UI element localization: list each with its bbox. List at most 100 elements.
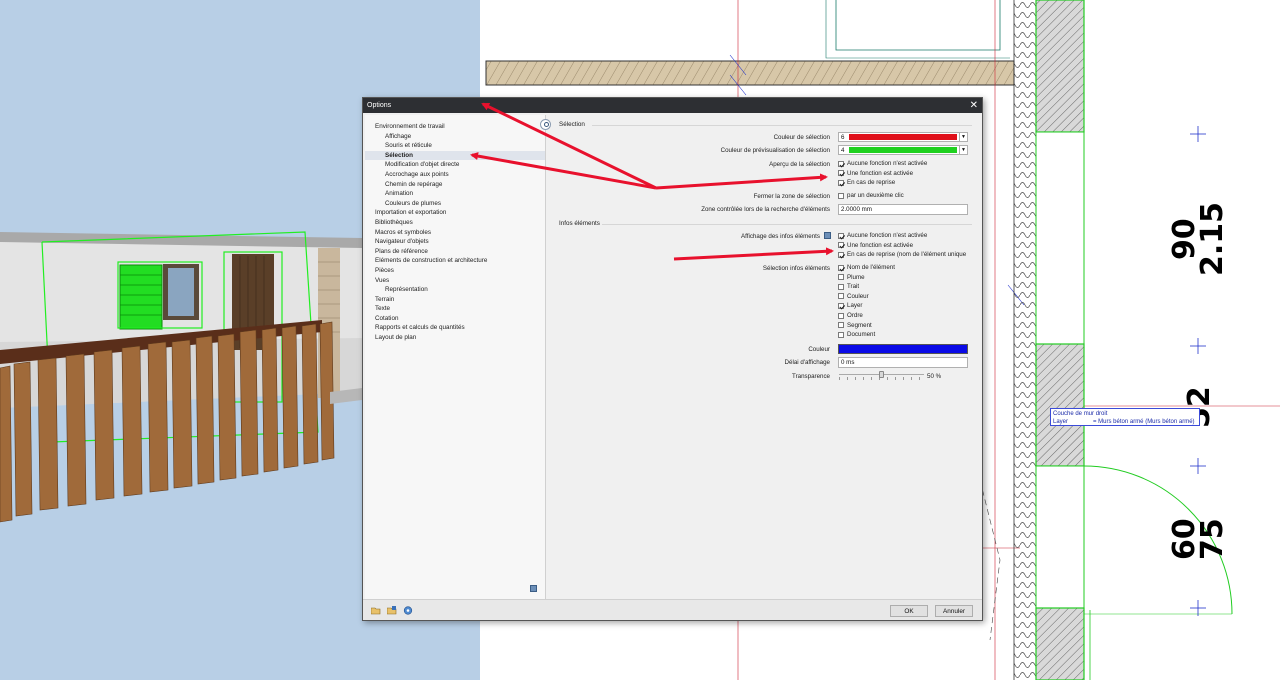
checkbox-option[interactable]: Aucune fonction n'est activée bbox=[838, 231, 927, 240]
checkbox-option[interactable]: Trait bbox=[838, 282, 859, 291]
preview-color-select[interactable]: 4 ▼ bbox=[838, 145, 968, 155]
ok-button[interactable]: OK bbox=[890, 605, 928, 617]
preview-color-swatch bbox=[849, 147, 957, 153]
checkbox-option[interactable]: Layer bbox=[838, 301, 862, 310]
affichage-label: Affichage des infos éléments bbox=[741, 233, 820, 240]
checkbox-option[interactable]: par un deuxième clic bbox=[838, 191, 904, 200]
search-icon[interactable] bbox=[540, 119, 551, 130]
info-icon[interactable] bbox=[824, 232, 831, 239]
checkbox-option[interactable]: Une fonction est activée bbox=[838, 169, 913, 178]
section-title-infos: Infos éléments bbox=[559, 220, 600, 227]
section-divider bbox=[592, 125, 972, 126]
checkbox-checked-icon[interactable] bbox=[838, 179, 844, 186]
couleur-color-picker[interactable] bbox=[838, 344, 968, 354]
checkbox-checked-icon[interactable] bbox=[838, 242, 844, 249]
tree-item[interactable]: Affichage bbox=[365, 132, 545, 142]
section-divider bbox=[602, 224, 972, 225]
checkbox-option[interactable]: Couleur bbox=[838, 292, 869, 301]
checkbox-empty-icon[interactable] bbox=[838, 293, 844, 300]
chevron-down-icon[interactable]: ▼ bbox=[959, 133, 967, 141]
element-info-tooltip: Couche de mur droit Layer = Murs béton a… bbox=[1050, 408, 1200, 426]
cancel-button[interactable]: Annuler bbox=[935, 605, 973, 617]
checkbox-checked-icon[interactable] bbox=[838, 264, 844, 271]
tree-item[interactable]: Cotation bbox=[365, 314, 545, 324]
options-tree[interactable]: Environnement de travail Affichage Souris … bbox=[365, 115, 546, 599]
checkbox-empty-icon[interactable] bbox=[838, 192, 844, 199]
checkbox-checked-icon[interactable] bbox=[838, 251, 844, 258]
checkbox-checked-icon[interactable] bbox=[838, 170, 844, 177]
checkbox-label: par un deuxième clic bbox=[847, 192, 904, 199]
checkbox-option[interactable]: En cas de reprise bbox=[838, 178, 895, 187]
tree-item[interactable]: Pièces bbox=[365, 266, 545, 276]
close-icon[interactable]: ✕ bbox=[970, 100, 978, 111]
settings-icon[interactable] bbox=[403, 606, 413, 615]
folder-save-icon[interactable] bbox=[387, 606, 397, 615]
transparence-slider[interactable] bbox=[839, 371, 924, 380]
tree-item[interactable]: Vues bbox=[365, 276, 545, 286]
checkbox-option[interactable]: Segment bbox=[838, 321, 872, 330]
tree-item[interactable]: Texte bbox=[365, 304, 545, 314]
selection-color-select[interactable]: 6 ▼ bbox=[838, 132, 968, 142]
checkbox-checked-icon[interactable] bbox=[838, 232, 844, 239]
checkbox-label: En cas de reprise bbox=[847, 179, 896, 187]
preview-color-number: 4 bbox=[841, 146, 845, 154]
dialog-footer: OK Annuler bbox=[363, 599, 982, 620]
tree-item[interactable]: Chemin de repérage bbox=[365, 180, 545, 190]
checkbox-checked-icon[interactable] bbox=[838, 302, 844, 309]
checkbox-option[interactable]: Aucune fonction n'est activée bbox=[838, 159, 927, 168]
tree-item[interactable]: Environnement de travail bbox=[365, 122, 545, 132]
selection-color-swatch bbox=[849, 134, 957, 140]
checkbox-empty-icon[interactable] bbox=[838, 283, 844, 290]
tree-item[interactable]: Layout de plan bbox=[365, 333, 545, 343]
apercu-label: Aperçu de la sélection bbox=[769, 161, 830, 168]
checkbox-label: Couleur bbox=[847, 292, 869, 300]
tree-item[interactable]: Souris et réticule bbox=[365, 141, 545, 151]
checkbox-option[interactable]: Nom de l'élément bbox=[838, 263, 895, 272]
checkbox-label: Segment bbox=[847, 321, 872, 329]
chevron-down-icon[interactable]: ▼ bbox=[959, 146, 967, 154]
checkbox-option[interactable]: Document bbox=[838, 330, 875, 339]
tree-item[interactable]: Rapports et calculs de quantités bbox=[365, 323, 545, 333]
preview-color-label: Couleur de prévisualisation de sélection bbox=[720, 147, 830, 154]
checkbox-option[interactable]: Ordre bbox=[838, 311, 863, 320]
zone-input[interactable]: 2.0000 mm bbox=[838, 204, 968, 215]
dialog-titlebar[interactable]: Options ✕ bbox=[363, 98, 982, 113]
checkbox-empty-icon[interactable] bbox=[838, 322, 844, 329]
info-icon[interactable] bbox=[530, 585, 537, 592]
checkbox-option[interactable]: Plume bbox=[838, 273, 865, 282]
checkbox-checked-icon[interactable] bbox=[838, 160, 844, 167]
slider-thumb[interactable] bbox=[879, 371, 884, 378]
tree-item[interactable]: Accrochage aux points bbox=[365, 170, 545, 180]
tree-item[interactable]: Modification d'objet directe bbox=[365, 160, 545, 170]
dimension-2-15: 2.15 bbox=[1195, 201, 1230, 276]
tree-item[interactable]: Importation et exportation bbox=[365, 208, 545, 218]
tree-item[interactable]: Bibliothèques bbox=[365, 218, 545, 228]
tree-item[interactable]: Navigateur d'objets bbox=[365, 237, 545, 247]
tree-item[interactable]: Animation bbox=[365, 189, 545, 199]
zone-label: Zone contrôlée lors de la recherche d'él… bbox=[701, 206, 830, 213]
checkbox-label: Une fonction est activée bbox=[847, 241, 914, 249]
checkbox-label: Aucune fonction n'est activée bbox=[847, 160, 928, 167]
delai-input[interactable]: 0 ms bbox=[838, 357, 968, 368]
tree-item[interactable]: Représentation bbox=[365, 285, 545, 295]
checkbox-empty-icon[interactable] bbox=[838, 312, 844, 319]
tree-item[interactable]: Terrain bbox=[365, 295, 545, 305]
checkbox-label: Aucune fonction n'est activée bbox=[847, 232, 928, 239]
checkbox-empty-icon[interactable] bbox=[838, 331, 844, 338]
folder-open-icon[interactable] bbox=[371, 606, 381, 615]
checkbox-empty-icon[interactable] bbox=[838, 274, 844, 281]
options-content: Sélection Couleur de sélection 6 ▼ Coule… bbox=[540, 115, 982, 599]
tooltip-layer-key: Layer bbox=[1053, 419, 1069, 425]
checkbox-label: En cas de reprise (nom de l'élément uniq… bbox=[847, 251, 967, 259]
tree-item[interactable]: Couleurs de plumes bbox=[365, 199, 545, 209]
checkbox-option[interactable]: Une fonction est activée bbox=[838, 241, 913, 250]
options-dialog: Options ✕ Environnement de travail Affich… bbox=[362, 97, 983, 621]
tooltip-title: Couche de mur droit bbox=[1053, 411, 1108, 417]
tree-item[interactable]: Sélection bbox=[365, 150, 545, 161]
selection-color-number: 6 bbox=[841, 133, 845, 141]
tree-item[interactable]: Eléments de construction et architecture bbox=[365, 256, 545, 266]
tree-item[interactable]: Plans de référence bbox=[365, 247, 545, 257]
checkbox-option[interactable]: En cas de reprise (nom de l'élément uniq… bbox=[838, 250, 966, 259]
transparence-label: Transparence bbox=[792, 373, 830, 380]
tree-item[interactable]: Macros et symboles bbox=[365, 228, 545, 238]
